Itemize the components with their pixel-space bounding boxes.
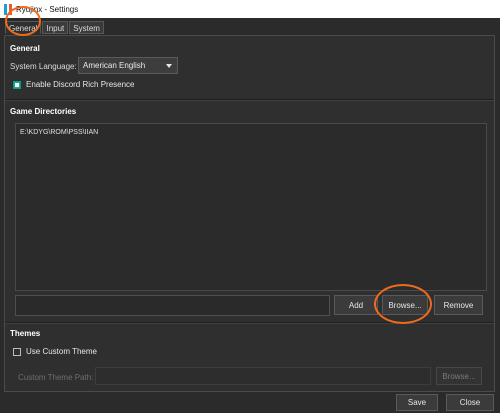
use-custom-theme-label: Use Custom Theme	[26, 347, 97, 356]
title-bar: Ryujinx - Settings	[0, 0, 500, 18]
system-language-value: American English	[83, 61, 146, 70]
tab-input[interactable]: Input	[42, 21, 69, 34]
separator	[5, 322, 494, 324]
chevron-down-icon	[166, 64, 172, 68]
system-language-select[interactable]: American English	[78, 57, 178, 74]
separator	[5, 99, 494, 101]
browse-directory-button[interactable]: Browse...	[382, 295, 428, 315]
game-directories-list[interactable]: E:\KDYG\ROM\PSS\IIAN	[15, 123, 487, 291]
settings-tabs: General Input System	[5, 21, 105, 35]
custom-theme-browse-button[interactable]: Browse...	[436, 367, 482, 385]
save-button[interactable]: Save	[396, 394, 438, 411]
close-button[interactable]: Close	[446, 394, 494, 411]
themes-heading: Themes	[10, 329, 41, 338]
use-custom-theme-checkbox[interactable]	[13, 347, 21, 356]
discord-rich-presence-checkbox-row[interactable]: Enable Discord Rich Presence	[13, 80, 135, 89]
discord-rich-presence-label: Enable Discord Rich Presence	[26, 80, 135, 89]
use-custom-theme-checkbox-row[interactable]: Use Custom Theme	[13, 347, 97, 356]
general-heading: General	[10, 44, 40, 53]
tab-system[interactable]: System	[69, 21, 104, 34]
custom-theme-path-input[interactable]	[95, 367, 431, 385]
ryujinx-logo-icon	[4, 3, 12, 15]
discord-rich-presence-checkbox[interactable]	[13, 80, 21, 89]
game-directory-input[interactable]	[15, 295, 330, 316]
list-item[interactable]: E:\KDYG\ROM\PSS\IIAN	[20, 129, 98, 136]
general-pane: General System Language: American Englis…	[4, 35, 495, 392]
window-title: Ryujinx - Settings	[16, 4, 79, 14]
tab-general[interactable]: General	[5, 21, 42, 34]
system-language-label: System Language:	[10, 62, 77, 71]
game-directories-heading: Game Directories	[10, 107, 77, 116]
add-directory-button[interactable]: Add	[334, 295, 378, 315]
remove-directory-button[interactable]: Remove	[434, 295, 483, 315]
custom-theme-path-label: Custom Theme Path:	[18, 373, 94, 382]
